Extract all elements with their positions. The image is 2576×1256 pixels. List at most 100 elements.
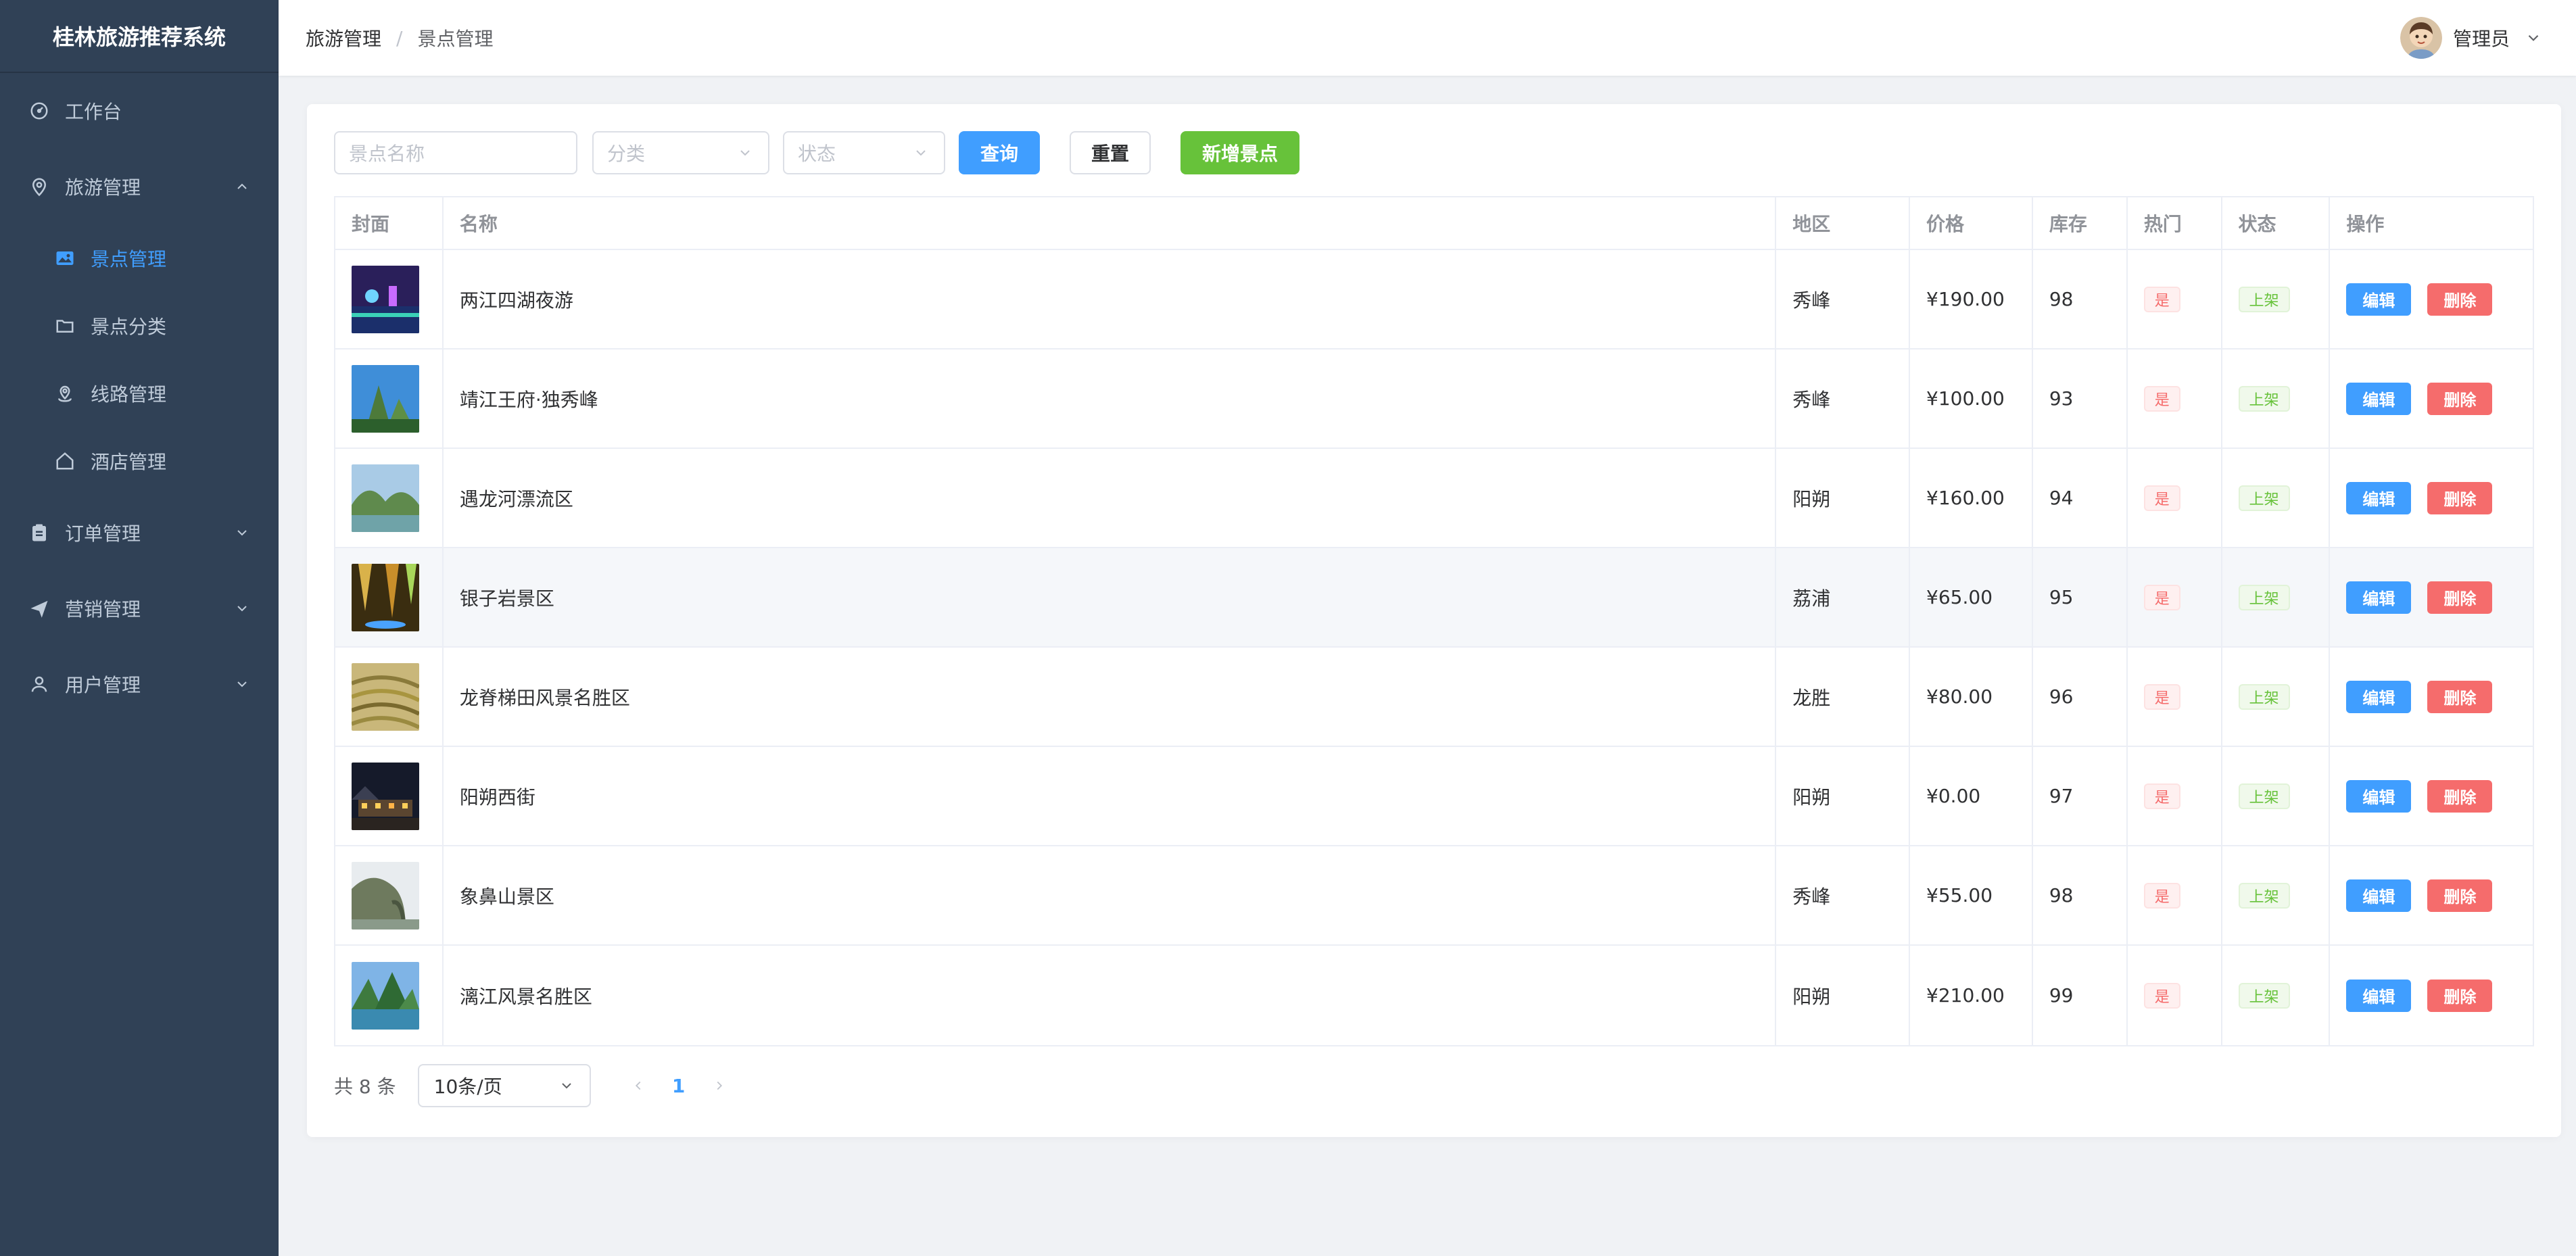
delete-button[interactable]: 删除 xyxy=(2427,779,2493,813)
delete-button[interactable]: 删除 xyxy=(2427,680,2493,713)
stock-cell: 94 xyxy=(2033,449,2128,547)
status-select[interactable]: 状态 xyxy=(783,131,945,174)
home-icon xyxy=(54,450,76,472)
stock-cell: 97 xyxy=(2033,747,2128,845)
delete-button[interactable]: 删除 xyxy=(2427,382,2493,415)
table-row: 两江四湖夜游 秀峰 ¥190.00 98 是 上架 编辑 删除 xyxy=(335,250,2533,349)
region-cell: 龙胜 xyxy=(1776,648,1911,746)
region-cell: 秀峰 xyxy=(1776,250,1911,348)
edit-button[interactable]: 编辑 xyxy=(2346,879,2412,912)
name-cell: 靖江王府·独秀峰 xyxy=(444,349,1777,448)
status-tag: 上架 xyxy=(2238,683,2290,710)
cover-cell xyxy=(335,747,444,845)
breadcrumb: 旅游管理 / 景点管理 xyxy=(306,24,493,51)
edit-button[interactable]: 编辑 xyxy=(2346,283,2412,316)
category-select[interactable]: 分类 xyxy=(592,131,769,174)
region-cell: 荔浦 xyxy=(1776,548,1911,646)
actions-cell: 编辑 删除 xyxy=(2330,846,2533,944)
reset-button[interactable]: 重置 xyxy=(1070,131,1151,174)
breadcrumb-item[interactable]: 旅游管理 xyxy=(306,24,381,51)
next-page-button[interactable] xyxy=(699,1064,740,1107)
cover-cell xyxy=(335,946,444,1045)
sidebar-item-routes[interactable]: 线路管理 xyxy=(0,360,279,427)
attraction-name-input[interactable]: 景点名称 xyxy=(334,131,577,174)
page-size-select[interactable]: 10条/页 xyxy=(417,1064,591,1107)
hot-cell: 是 xyxy=(2128,449,2222,547)
sidebar-item-workbench[interactable]: 工作台 xyxy=(0,73,279,149)
hot-tag: 是 xyxy=(2143,982,2180,1009)
status-cell: 上架 xyxy=(2222,349,2331,448)
delete-button[interactable]: 删除 xyxy=(2427,481,2493,514)
sidebar-item-travel[interactable]: 旅游管理 xyxy=(0,149,279,224)
cover-cell xyxy=(335,846,444,944)
edit-button[interactable]: 编辑 xyxy=(2346,581,2412,614)
price-cell: ¥210.00 xyxy=(1910,946,2033,1045)
sidebar-item-label: 景点分类 xyxy=(91,316,167,338)
region-cell: 阳朔 xyxy=(1776,449,1911,547)
delete-button[interactable]: 删除 xyxy=(2427,879,2493,912)
edit-button[interactable]: 编辑 xyxy=(2346,979,2412,1012)
edit-button[interactable]: 编辑 xyxy=(2346,481,2412,514)
edit-button[interactable]: 编辑 xyxy=(2346,680,2412,713)
hot-tag: 是 xyxy=(2143,485,2180,511)
route-icon xyxy=(54,383,76,404)
hot-cell: 是 xyxy=(2128,946,2222,1045)
status-cell: 上架 xyxy=(2222,548,2331,646)
region-cell: 阳朔 xyxy=(1776,747,1911,845)
page-number[interactable]: 1 xyxy=(659,1064,699,1107)
sidebar-item-marketing[interactable]: 营销管理 xyxy=(0,571,279,646)
sidebar-item-label: 营销管理 xyxy=(65,598,141,621)
actions-cell: 编辑 删除 xyxy=(2330,349,2533,448)
sidebar-item-orders[interactable]: 订单管理 xyxy=(0,495,279,571)
sidebar-item-label: 酒店管理 xyxy=(91,451,167,473)
stock-cell: 96 xyxy=(2033,648,2128,746)
stock-cell: 93 xyxy=(2033,349,2128,448)
name-cell: 两江四湖夜游 xyxy=(444,250,1777,348)
delete-button[interactable]: 删除 xyxy=(2427,979,2493,1012)
prev-page-button[interactable] xyxy=(618,1064,659,1107)
price-cell: ¥160.00 xyxy=(1910,449,2033,547)
cover-cell xyxy=(335,250,444,348)
edit-button[interactable]: 编辑 xyxy=(2346,779,2412,813)
sidebar-menu: 工作台 旅游管理 景点管理 景点分类 线路管理 酒店管理 订单管理 营销管理 用… xyxy=(0,73,279,722)
delete-button[interactable]: 删除 xyxy=(2427,283,2493,316)
cover-image xyxy=(352,464,419,532)
cover-image xyxy=(352,563,419,631)
name-cell: 阳朔西街 xyxy=(444,747,1777,845)
hot-cell: 是 xyxy=(2128,250,2222,348)
user-menu[interactable]: 管理员 xyxy=(2400,0,2542,76)
sidebar-item-attractions[interactable]: 景点管理 xyxy=(0,224,279,292)
select-placeholder: 状态 xyxy=(798,143,836,165)
price-cell: ¥65.00 xyxy=(1910,548,2033,646)
price-cell: ¥55.00 xyxy=(1910,846,2033,944)
status-tag: 上架 xyxy=(2238,783,2290,809)
actions-cell: 编辑 删除 xyxy=(2330,946,2533,1045)
sidebar-item-hotels[interactable]: 酒店管理 xyxy=(0,427,279,495)
content-card: 景点名称 分类 状态 查询 重置 新增景点 封面 名称 地区 价格 库存 热门 … xyxy=(307,104,2561,1137)
query-button[interactable]: 查询 xyxy=(959,131,1040,174)
sidebar-item-users[interactable]: 用户管理 xyxy=(0,646,279,722)
hot-tag: 是 xyxy=(2143,286,2180,312)
delete-button[interactable]: 删除 xyxy=(2427,581,2493,614)
cover-image xyxy=(352,662,419,731)
edit-button[interactable]: 编辑 xyxy=(2346,382,2412,415)
status-tag: 上架 xyxy=(2238,982,2290,1009)
col-header: 热门 xyxy=(2128,197,2222,249)
status-tag: 上架 xyxy=(2238,385,2290,412)
add-attraction-button[interactable]: 新增景点 xyxy=(1180,131,1299,174)
pagination: 共 8 条 10条/页 1 xyxy=(334,1064,740,1107)
region-cell: 秀峰 xyxy=(1776,349,1911,448)
col-header: 价格 xyxy=(1910,197,2033,249)
hot-tag: 是 xyxy=(2143,385,2180,412)
cover-image xyxy=(352,364,419,433)
filter-toolbar: 景点名称 分类 状态 查询 重置 新增景点 xyxy=(334,131,1299,174)
table-row: 银子岩景区 荔浦 ¥65.00 95 是 上架 编辑 删除 xyxy=(335,548,2533,648)
table-row: 阳朔西街 阳朔 ¥0.00 97 是 上架 编辑 删除 xyxy=(335,747,2533,846)
send-icon xyxy=(28,598,50,619)
chevron-down-icon xyxy=(237,681,247,687)
stock-cell: 98 xyxy=(2033,250,2128,348)
status-cell: 上架 xyxy=(2222,946,2331,1045)
chevron-down-icon xyxy=(237,530,247,536)
status-tag: 上架 xyxy=(2238,882,2290,909)
sidebar-item-categories[interactable]: 景点分类 xyxy=(0,292,279,360)
